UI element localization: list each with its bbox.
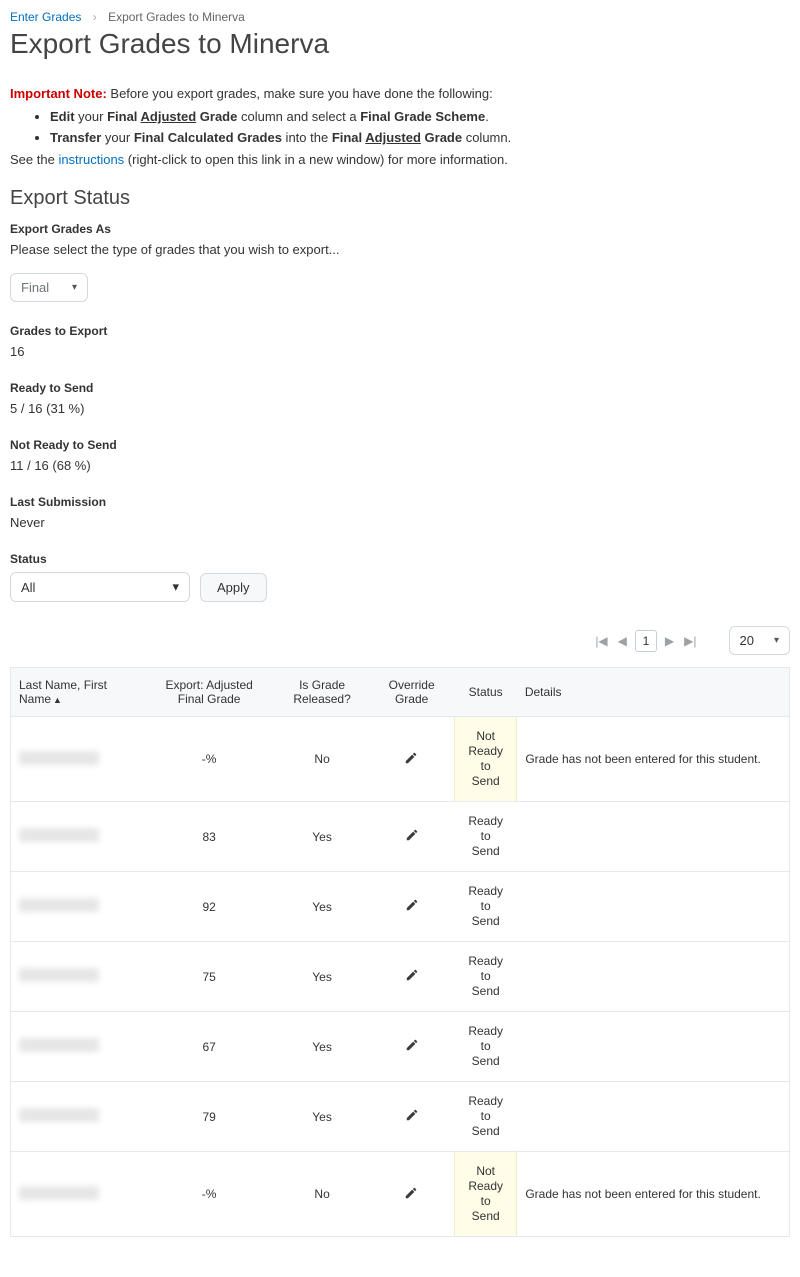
chevron-right-icon: ›: [93, 10, 97, 24]
intro-text: Important Note: Before you export grades…: [10, 84, 790, 171]
col-override[interactable]: Override Grade: [369, 668, 455, 717]
student-name-redacted: [19, 1186, 99, 1200]
table-row: 83Yes ReadytoSend: [11, 802, 790, 872]
table-row: 92Yes ReadytoSend: [11, 872, 790, 942]
student-name-redacted: [19, 751, 99, 765]
last-submission-value: Never: [10, 515, 790, 530]
chevron-down-icon: ▾: [172, 579, 179, 595]
status-filter-label: Status: [10, 552, 790, 566]
grades-to-export-label: Grades to Export: [10, 324, 790, 338]
ready-to-send-label: Ready to Send: [10, 381, 790, 395]
ready-to-send-value: 5 / 16 (31 %): [10, 401, 790, 416]
last-submission-label: Last Submission: [10, 495, 790, 509]
export-status-heading: Export Status: [10, 187, 790, 210]
table-row: 79Yes ReadytoSend: [11, 1082, 790, 1152]
intro-bullet-edit: Edit your Final Adjusted Grade column an…: [50, 107, 790, 128]
page-size-select[interactable]: 20 ▾: [729, 626, 791, 655]
breadcrumb: Enter Grades › Export Grades to Minerva: [10, 10, 790, 24]
released-value: Yes: [275, 942, 368, 1012]
page-title: Export Grades to Minerva: [10, 28, 790, 60]
chevron-down-icon: ▾: [72, 282, 77, 293]
details-cell: [517, 1012, 790, 1082]
released-value: Yes: [275, 1012, 368, 1082]
col-details[interactable]: Details: [517, 668, 790, 717]
grade-value: -%: [143, 717, 275, 802]
pencil-icon[interactable]: [405, 1041, 419, 1055]
chevron-down-icon: ▾: [774, 635, 779, 646]
pencil-icon[interactable]: [405, 901, 419, 915]
details-cell: [517, 1082, 790, 1152]
page-next-icon[interactable]: ▶: [663, 634, 676, 648]
page-prev-icon[interactable]: ◀: [616, 634, 629, 648]
not-ready-to-send-label: Not Ready to Send: [10, 438, 790, 452]
released-value: Yes: [275, 872, 368, 942]
breadcrumb-link-enter-grades[interactable]: Enter Grades: [10, 10, 81, 24]
grade-value: 75: [143, 942, 275, 1012]
released-value: No: [275, 717, 368, 802]
page-number-input[interactable]: 1: [635, 630, 657, 652]
details-cell: Grade has not been entered for this stud…: [517, 717, 790, 802]
breadcrumb-current: Export Grades to Minerva: [108, 10, 245, 24]
table-row: -%No NotReadytoSendGrade has not been ent…: [11, 1152, 790, 1237]
grade-value: 92: [143, 872, 275, 942]
grade-value: 67: [143, 1012, 275, 1082]
pencil-icon[interactable]: [405, 1111, 419, 1125]
status-cell: NotReadytoSend: [455, 717, 517, 802]
grade-value: 83: [143, 802, 275, 872]
grade-value: 79: [143, 1082, 275, 1152]
page-first-icon[interactable]: |◀: [593, 634, 609, 648]
important-note-label: Important Note:: [10, 86, 107, 101]
status-cell: ReadytoSend: [455, 1082, 517, 1152]
apply-button[interactable]: Apply: [200, 573, 267, 602]
status-cell: ReadytoSend: [455, 872, 517, 942]
status-cell: ReadytoSend: [455, 1012, 517, 1082]
details-cell: Grade has not been entered for this stud…: [517, 1152, 790, 1237]
instructions-link[interactable]: instructions: [58, 152, 124, 167]
table-row: 67Yes ReadytoSend: [11, 1012, 790, 1082]
table-row: -%No NotReadytoSendGrade has not been ent…: [11, 717, 790, 802]
col-status[interactable]: Status: [455, 668, 517, 717]
pencil-icon[interactable]: [404, 1189, 418, 1203]
not-ready-to-send-value: 11 / 16 (68 %): [10, 458, 790, 473]
released-value: Yes: [275, 802, 368, 872]
status-cell: NotReadytoSend: [455, 1152, 517, 1237]
status-cell: ReadytoSend: [455, 942, 517, 1012]
grades-to-export-value: 16: [10, 344, 790, 359]
col-export-grade[interactable]: Export: Adjusted Final Grade: [143, 668, 275, 717]
released-value: Yes: [275, 1082, 368, 1152]
export-type-select[interactable]: Final ▾: [10, 273, 88, 302]
pager: |◀ ◀ 1 ▶ ▶| 20 ▾: [10, 626, 790, 655]
pencil-icon[interactable]: [404, 754, 418, 768]
student-name-redacted: [19, 968, 99, 982]
page-last-icon[interactable]: ▶|: [682, 634, 698, 648]
col-released[interactable]: Is Grade Released?: [275, 668, 368, 717]
student-name-redacted: [19, 828, 99, 842]
released-value: No: [275, 1152, 368, 1237]
student-name-redacted: [19, 898, 99, 912]
export-grades-as-label: Export Grades As: [10, 222, 790, 236]
pencil-icon[interactable]: [405, 831, 419, 845]
grades-table: Last Name, First Name▲ Export: Adjusted …: [10, 667, 790, 1237]
details-cell: [517, 802, 790, 872]
details-cell: [517, 872, 790, 942]
export-grades-as-desc: Please select the type of grades that yo…: [10, 242, 790, 257]
pencil-icon[interactable]: [405, 971, 419, 985]
details-cell: [517, 942, 790, 1012]
student-name-redacted: [19, 1108, 99, 1122]
grade-value: -%: [143, 1152, 275, 1237]
col-name[interactable]: Last Name, First Name▲: [11, 668, 143, 717]
status-cell: ReadytoSend: [455, 802, 517, 872]
student-name-redacted: [19, 1038, 99, 1052]
intro-bullet-transfer: Transfer your Final Calculated Grades in…: [50, 128, 790, 149]
table-row: 75Yes ReadytoSend: [11, 942, 790, 1012]
status-filter-select[interactable]: All ▾: [10, 572, 190, 602]
sort-asc-icon: ▲: [53, 695, 62, 705]
